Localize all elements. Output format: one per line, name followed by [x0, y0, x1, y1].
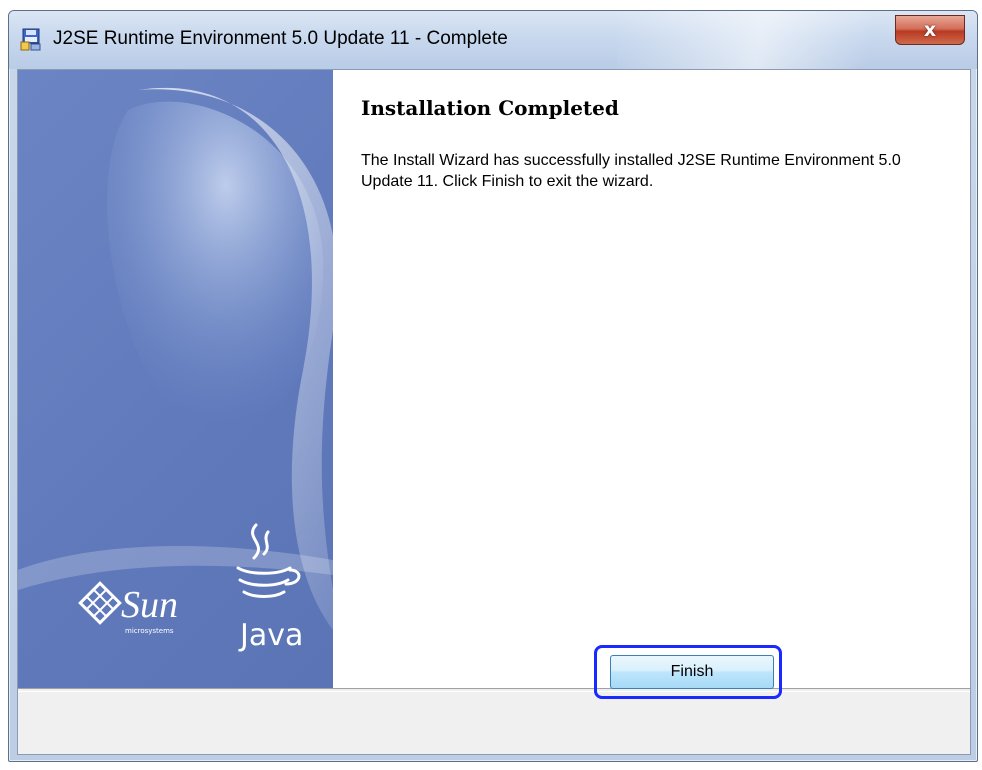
completion-message: The Install Wizard has successfully inst… [361, 152, 901, 190]
side-banner: Sun microsystems Java [18, 70, 333, 688]
footer-divider [18, 688, 970, 692]
installer-icon [20, 28, 41, 51]
title-bar[interactable]: J2SE Runtime Environment 5.0 Update 11 -… [9, 11, 977, 69]
banner-artwork: Sun microsystems Java [18, 87, 333, 653]
close-button[interactable]: x [895, 15, 965, 45]
finish-button[interactable]: Finish [610, 655, 774, 689]
installer-window: J2SE Runtime Environment 5.0 Update 11 -… [8, 10, 978, 762]
sun-logo-icon [78, 581, 122, 625]
sun-logo-text: Sun [121, 584, 178, 626]
dialog-client-area: Sun microsystems Java Installation Compl… [17, 69, 971, 755]
page-title: Installation Completed [361, 96, 619, 120]
content-panel: Installation Completed The Install Wizar… [333, 70, 970, 688]
window-title: J2SE Runtime Environment 5.0 Update 11 -… [53, 28, 508, 49]
java-logo-text: Java [238, 618, 303, 653]
sun-logo-subtext: microsystems [125, 627, 174, 635]
close-icon: x [923, 18, 937, 41]
